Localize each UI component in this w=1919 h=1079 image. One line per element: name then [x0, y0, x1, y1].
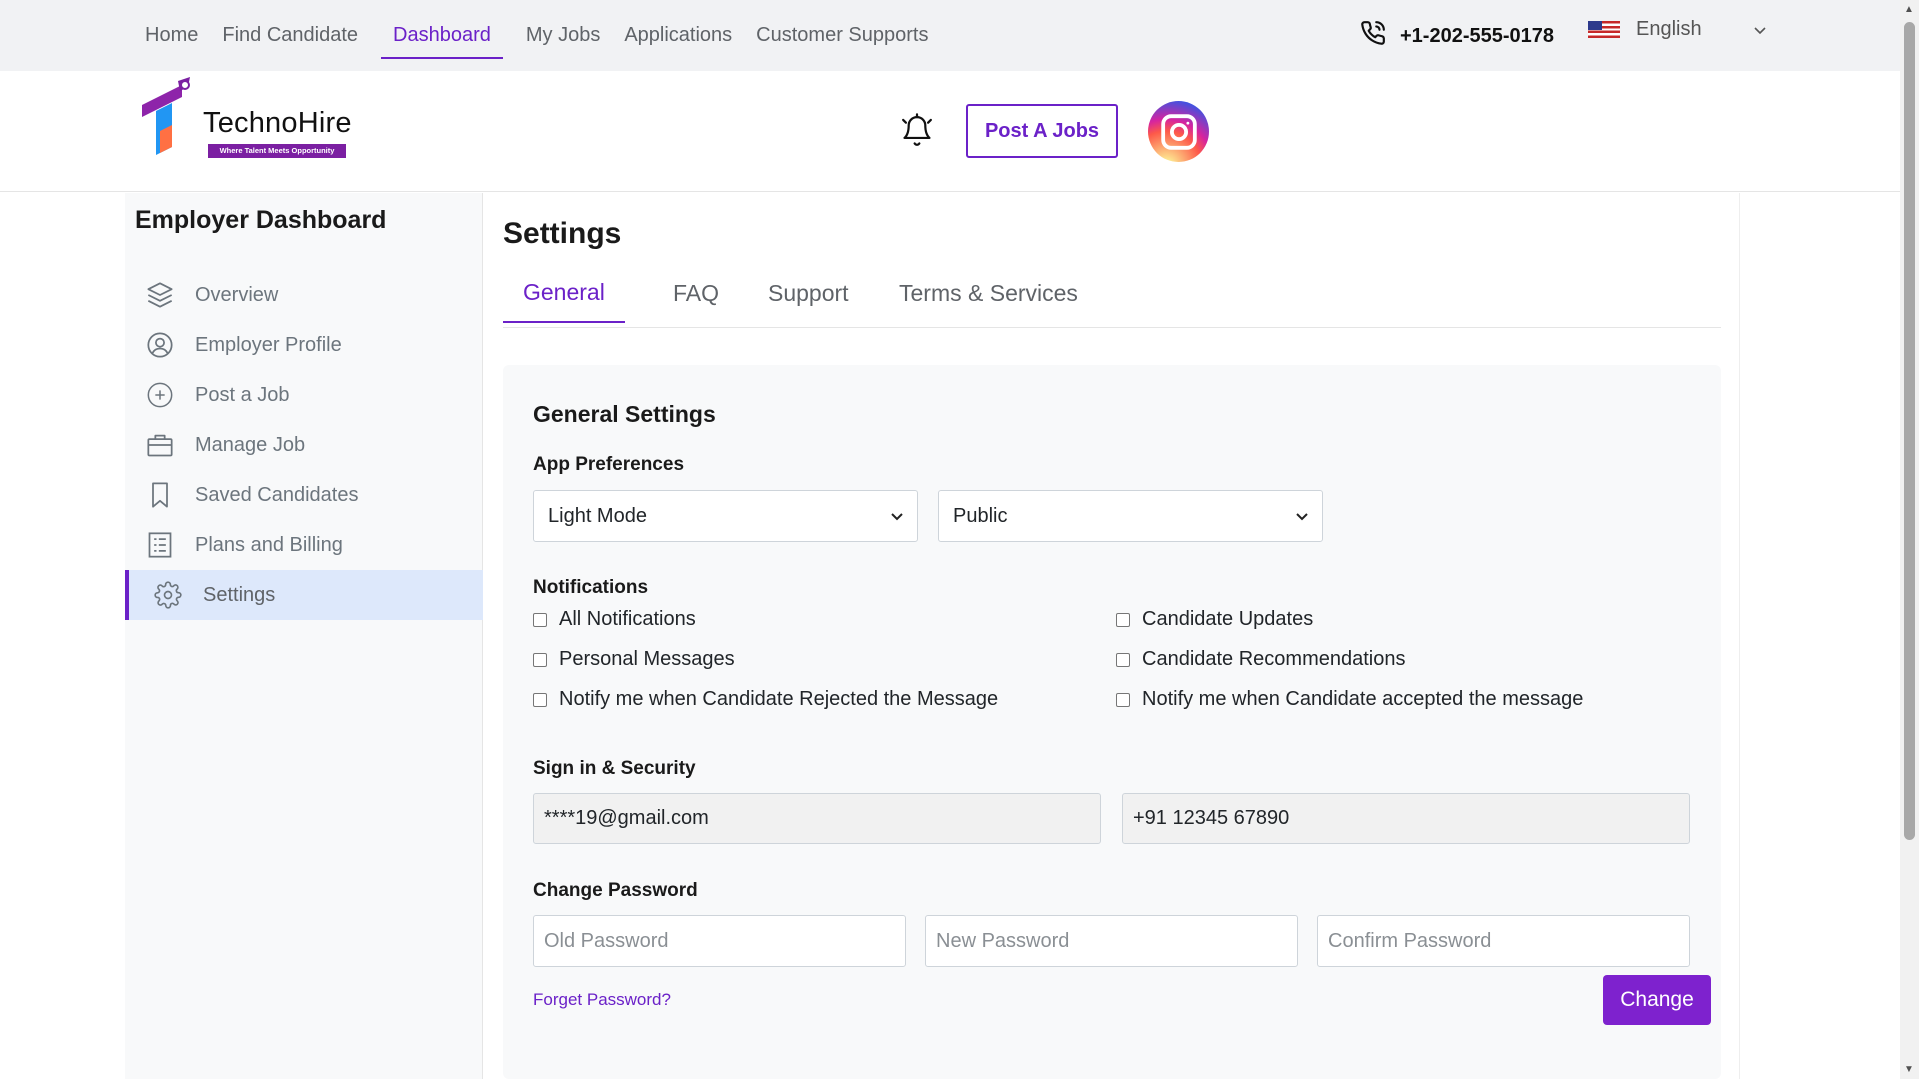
logo-tagline: Where Talent Meets Opportunity: [208, 144, 346, 158]
gear-icon: [153, 580, 183, 610]
top-bar: Home Find Candidate Dashboard My Jobs Ap…: [0, 0, 1900, 71]
theme-select[interactable]: Light Mode: [533, 490, 918, 542]
language-selector[interactable]: English: [1588, 18, 1766, 41]
sidebar-item-label: Plans and Billing: [195, 533, 343, 556]
phone-icon: [1360, 20, 1386, 52]
confirm-password-input[interactable]: [1317, 915, 1690, 967]
sidebar-item-manage-job[interactable]: Manage Job: [125, 420, 483, 470]
all-notifications-checkbox[interactable]: All Notifications: [533, 608, 696, 631]
old-password-input[interactable]: [533, 915, 906, 967]
technohire-logo[interactable]: TechnoHire Where Talent Meets Opportunit…: [138, 77, 358, 167]
bell-icon[interactable]: [900, 113, 934, 154]
checkbox-label: Personal Messages: [559, 648, 735, 670]
change-password-label: Change Password: [533, 880, 698, 901]
new-password-input[interactable]: [925, 915, 1298, 967]
sidebar-item-saved-candidates[interactable]: Saved Candidates: [125, 470, 483, 520]
sidebar-item-label: Settings: [203, 583, 276, 606]
checkbox-box[interactable]: [533, 652, 547, 667]
site-header: TechnoHire Where Talent Meets Opportunit…: [0, 71, 1900, 192]
forget-password-link[interactable]: Forget Password?: [533, 990, 671, 1010]
visibility-select[interactable]: Public: [938, 490, 1323, 542]
briefcase-icon: [145, 430, 175, 460]
checkbox-label: Notify me when Candidate accepted the me…: [1142, 688, 1584, 710]
notifications-label: Notifications: [533, 577, 649, 598]
plus-circle-icon: [145, 380, 175, 410]
nav-home[interactable]: Home: [133, 0, 210, 71]
sidebar-item-plans-and-billing[interactable]: Plans and Billing: [125, 520, 483, 570]
nav-dashboard[interactable]: Dashboard: [381, 0, 503, 71]
main-content: Settings General FAQ Support Terms & Ser…: [484, 193, 1740, 1079]
sidebar-item-employer-profile[interactable]: Employer Profile: [125, 320, 483, 370]
page-scrollbar[interactable]: ▲ ▼: [1900, 0, 1919, 1079]
general-settings-card: General Settings App Preferences Light M…: [503, 365, 1721, 1079]
scroll-down-arrow-icon[interactable]: ▼: [1904, 1064, 1914, 1075]
visibility-select-value: Public: [953, 504, 1008, 527]
sidebar: Employer Dashboard Overview Employer Pro…: [125, 193, 483, 1079]
sidebar-item-overview[interactable]: Overview: [125, 270, 483, 320]
logo-mark-icon: [142, 77, 190, 155]
sidebar-item-label: Post a Job: [195, 383, 290, 406]
language-label: English: [1636, 18, 1702, 40]
checkbox-label: All Notifications: [559, 608, 696, 630]
chevron-down-icon: [891, 508, 903, 524]
instagram-icon[interactable]: [1148, 101, 1209, 162]
personal-messages-checkbox[interactable]: Personal Messages: [533, 648, 735, 671]
phone-field[interactable]: +91 12345 67890: [1122, 793, 1690, 844]
sidebar-item-label: Employer Profile: [195, 333, 342, 356]
scroll-up-arrow-icon[interactable]: ▲: [1904, 4, 1914, 15]
sidebar-menu: Overview Employer Profile Post a Job Man…: [125, 270, 483, 620]
candidate-updates-checkbox[interactable]: Candidate Updates: [1116, 608, 1313, 631]
tab-faq[interactable]: FAQ: [653, 263, 739, 323]
checkbox-box[interactable]: [533, 692, 547, 707]
sidebar-title: Employer Dashboard: [135, 206, 387, 234]
checkbox-box[interactable]: [1116, 612, 1130, 627]
sidebar-item-label: Saved Candidates: [195, 483, 359, 506]
checkbox-label: Candidate Recommendations: [1142, 648, 1406, 670]
checkbox-label: Notify me when Candidate Rejected the Me…: [559, 688, 999, 710]
app-preferences-label: App Preferences: [533, 454, 685, 475]
user-circle-icon: [145, 330, 175, 360]
sidebar-item-label: Overview: [195, 283, 279, 306]
post-a-job-button[interactable]: Post A Jobs: [966, 104, 1118, 158]
chevron-down-icon: [1296, 508, 1308, 524]
candidate-rejected-checkbox[interactable]: Notify me when Candidate Rejected the Me…: [533, 688, 998, 711]
candidate-accepted-checkbox[interactable]: Notify me when Candidate accepted the me…: [1116, 688, 1583, 711]
checkbox-box[interactable]: [1116, 652, 1130, 667]
bookmark-icon: [145, 480, 175, 510]
candidate-recommendations-checkbox[interactable]: Candidate Recommendations: [1116, 648, 1406, 671]
nav-customer-supports[interactable]: Customer Supports: [744, 0, 940, 71]
tab-general[interactable]: General: [503, 263, 625, 323]
checkbox-box[interactable]: [533, 612, 547, 627]
sidebar-item-label: Manage Job: [195, 433, 306, 456]
top-nav: Home Find Candidate Dashboard My Jobs Ap…: [133, 0, 940, 71]
general-settings-title: General Settings: [533, 401, 716, 427]
checkbox-box[interactable]: [1116, 692, 1130, 707]
sidebar-item-post-a-job[interactable]: Post a Job: [125, 370, 483, 420]
scrollbar-thumb[interactable]: [1904, 22, 1915, 840]
checkbox-label: Candidate Updates: [1142, 608, 1314, 630]
logo-name: TechnoHire: [203, 107, 352, 139]
sign-in-security-label: Sign in & Security: [533, 758, 696, 779]
phone-contact: +1-202-555-0178: [1360, 20, 1554, 52]
receipt-icon: [145, 530, 175, 560]
nav-applications[interactable]: Applications: [612, 0, 744, 71]
sidebar-item-settings[interactable]: Settings: [125, 570, 483, 620]
email-field[interactable]: ****19@gmail.com: [533, 793, 1101, 844]
settings-tabs: General FAQ Support Terms & Services: [503, 263, 1721, 328]
phone-number: +1-202-555-0178: [1400, 24, 1555, 47]
tab-terms-services[interactable]: Terms & Services: [879, 263, 1098, 323]
us-flag-icon: [1588, 21, 1620, 38]
chevron-down-icon: [1754, 22, 1766, 38]
theme-select-value: Light Mode: [548, 504, 647, 527]
page-title: Settings: [503, 217, 622, 250]
change-password-button[interactable]: Change: [1603, 975, 1711, 1025]
layers-icon: [145, 280, 175, 310]
nav-find-candidate[interactable]: Find Candidate: [210, 0, 370, 71]
nav-my-jobs[interactable]: My Jobs: [514, 0, 612, 71]
tab-support[interactable]: Support: [748, 263, 869, 323]
